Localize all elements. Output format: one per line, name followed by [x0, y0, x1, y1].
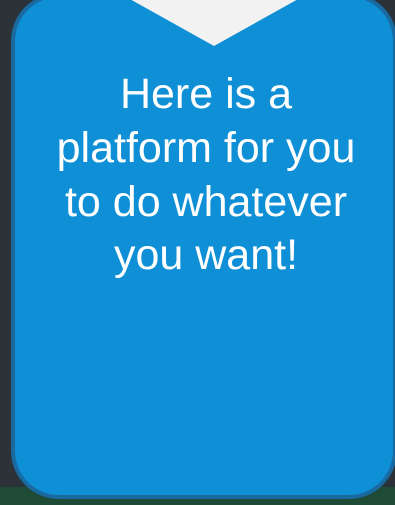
arrow-shaft: [158, 0, 258, 6]
callout-text: Here is a platform for you to do whateve…: [56, 70, 356, 280]
